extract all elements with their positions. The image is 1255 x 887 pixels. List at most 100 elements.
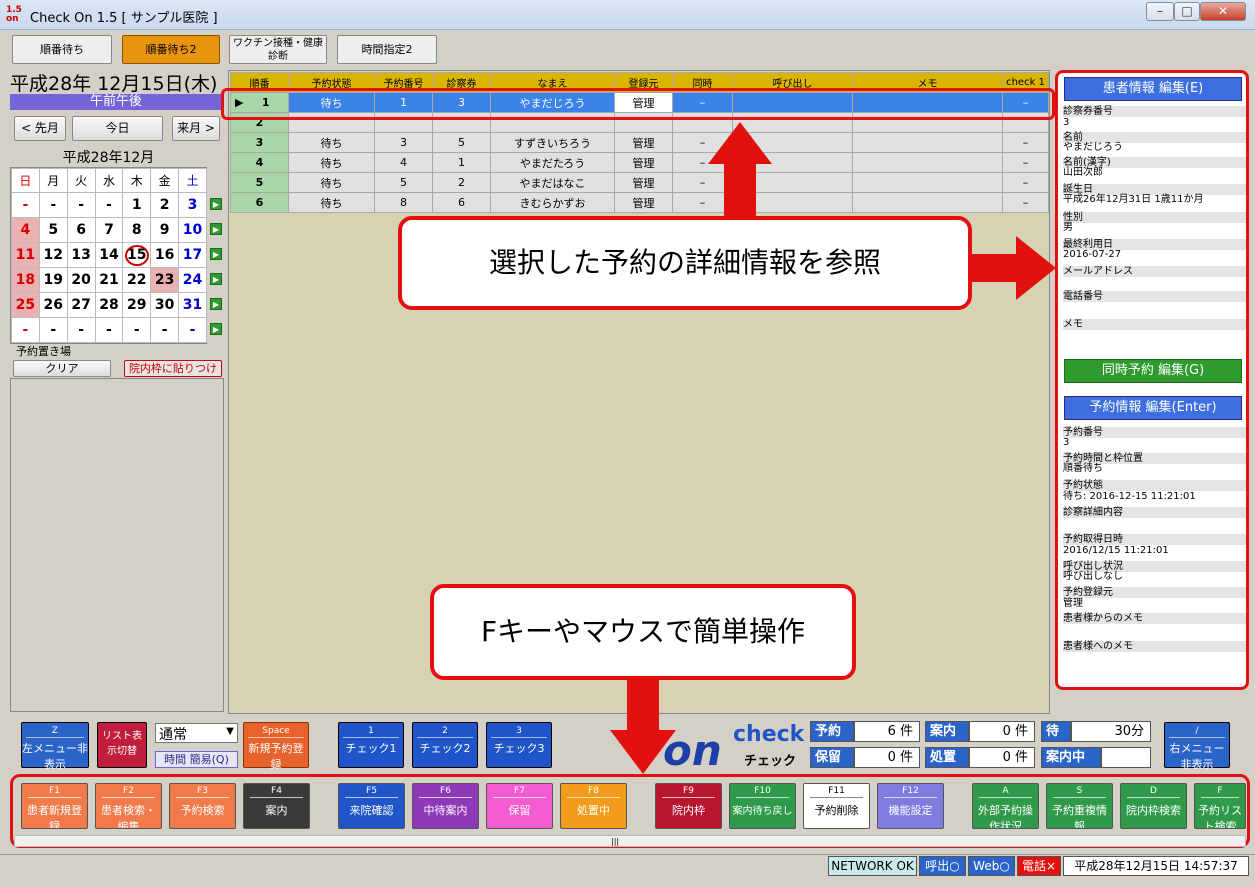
- cal-day[interactable]: 2: [150, 192, 180, 218]
- mode-select[interactable]: 通常 ▼: [155, 723, 238, 743]
- cal-day[interactable]: 11: [11, 242, 40, 268]
- cal-day[interactable]: -: [94, 192, 124, 218]
- f11-button[interactable]: F11 予約削除: [803, 783, 870, 829]
- cal-day[interactable]: -: [66, 192, 96, 218]
- cal-day[interactable]: -: [11, 317, 40, 343]
- tab-vaccine[interactable]: ワクチン接種・健康診断: [229, 35, 327, 64]
- row-cell[interactable]: –: [1002, 152, 1049, 173]
- cal-day-today[interactable]: 15: [122, 242, 152, 268]
- row-cell[interactable]: 管理: [614, 172, 673, 193]
- cal-day[interactable]: -: [11, 192, 40, 218]
- same-time-edit-button[interactable]: 同時予約 編集(G): [1064, 359, 1242, 383]
- stash-list[interactable]: [10, 378, 224, 712]
- cal-day[interactable]: 4: [11, 217, 40, 243]
- cal-day[interactable]: 6: [66, 217, 96, 243]
- cal-day[interactable]: 22: [122, 267, 152, 293]
- row-order[interactable]: 6: [230, 192, 289, 213]
- row-cell[interactable]: –: [1002, 192, 1049, 213]
- row-cell[interactable]: [852, 172, 1003, 193]
- right-menu-toggle-button[interactable]: / 右メニュー非表示: [1164, 722, 1230, 771]
- cal-day[interactable]: -: [94, 317, 124, 343]
- cal-day[interactable]: 12: [38, 242, 68, 268]
- f4-button[interactable]: F4 案内: [243, 783, 310, 829]
- row-cell[interactable]: 5: [374, 172, 433, 193]
- cal-day[interactable]: 25: [11, 292, 40, 318]
- f1-button[interactable]: F1 患者新規登録: [21, 783, 88, 829]
- check2-button[interactable]: 2 チェック2: [412, 722, 478, 768]
- row-order[interactable]: 4: [230, 152, 289, 173]
- row-cell[interactable]: すずきいちろう: [490, 132, 615, 153]
- maximize-button[interactable]: □: [1174, 2, 1200, 21]
- cal-day[interactable]: 3: [178, 192, 207, 218]
- f3-button[interactable]: F3 予約検索: [169, 783, 236, 829]
- cal-day[interactable]: 19: [38, 267, 68, 293]
- row-cell[interactable]: 管理: [614, 192, 673, 213]
- s-key-button[interactable]: S 予約重複情報: [1046, 783, 1113, 829]
- cal-day[interactable]: 8: [122, 217, 152, 243]
- cal-day[interactable]: 21: [94, 267, 124, 293]
- row-cell[interactable]: 待ち: [288, 152, 375, 173]
- paste-button[interactable]: 院内枠に貼りつけ: [124, 360, 222, 377]
- table-row[interactable]: 4 待ち 4 1 やまだたろう 管理 – –: [230, 152, 1049, 173]
- row-cell[interactable]: 8: [374, 192, 433, 213]
- week-arrow-icon[interactable]: ▶: [210, 223, 222, 235]
- cal-day[interactable]: 28: [94, 292, 124, 318]
- f12-button[interactable]: F12 機能設定: [877, 783, 944, 829]
- row-cell[interactable]: 待ち: [288, 132, 375, 153]
- cal-day[interactable]: 20: [66, 267, 96, 293]
- week-arrow-icon[interactable]: ▶: [210, 198, 222, 210]
- row-cell[interactable]: 管理: [614, 132, 673, 153]
- check3-button[interactable]: 3 チェック3: [486, 722, 552, 768]
- row-cell[interactable]: 6: [432, 192, 491, 213]
- cal-day[interactable]: -: [122, 317, 152, 343]
- a-key-button[interactable]: A 外部予約操作状況: [972, 783, 1039, 829]
- cal-day[interactable]: 30: [150, 292, 180, 318]
- cal-day[interactable]: 7: [94, 217, 124, 243]
- row-cell[interactable]: –: [1002, 172, 1049, 193]
- cal-day[interactable]: 10: [178, 217, 207, 243]
- row-cell[interactable]: 3: [374, 132, 433, 153]
- table-row[interactable]: 6 待ち 8 6 きむらかずお 管理 – –: [230, 192, 1049, 213]
- cal-day[interactable]: 26: [38, 292, 68, 318]
- week-arrow-icon[interactable]: ▶: [210, 248, 222, 260]
- row-cell[interactable]: やまだたろう: [490, 152, 615, 173]
- f9-button[interactable]: F9 院内枠: [655, 783, 722, 829]
- row-cell[interactable]: きむらかずお: [490, 192, 615, 213]
- week-arrow-icon[interactable]: ▶: [210, 273, 222, 285]
- week-arrow-icon[interactable]: ▶: [210, 298, 222, 310]
- row-cell[interactable]: [852, 132, 1003, 153]
- week-arrow-icon[interactable]: ▶: [210, 323, 222, 335]
- cal-day[interactable]: 1: [122, 192, 152, 218]
- cal-day[interactable]: -: [178, 317, 207, 343]
- close-button[interactable]: ✕: [1200, 2, 1246, 21]
- list-toggle-button[interactable]: リスト表示切替: [97, 722, 147, 768]
- row-cell[interactable]: 5: [432, 132, 491, 153]
- row-cell[interactable]: [852, 192, 1003, 213]
- cal-day[interactable]: 24: [178, 267, 207, 293]
- cal-day[interactable]: 9: [150, 217, 180, 243]
- row-order[interactable]: 3: [230, 132, 289, 153]
- check1-button[interactable]: 1 チェック1: [338, 722, 404, 768]
- cal-day[interactable]: -: [66, 317, 96, 343]
- cal-day[interactable]: 23: [150, 267, 180, 293]
- tab-time-slot-2[interactable]: 時間指定2: [337, 35, 437, 64]
- reservation-edit-button[interactable]: 予約情報 編集(Enter): [1064, 396, 1242, 420]
- f10-button[interactable]: F10 案内待ち戻し: [729, 783, 796, 829]
- cal-day[interactable]: 27: [66, 292, 96, 318]
- f7-button[interactable]: F7 保留: [486, 783, 553, 829]
- clear-button[interactable]: クリア: [13, 360, 111, 377]
- next-month-button[interactable]: 来月 >: [172, 116, 220, 141]
- patient-edit-button[interactable]: 患者情報 編集(E): [1064, 77, 1242, 101]
- cal-day[interactable]: -: [38, 192, 68, 218]
- cal-day[interactable]: 29: [122, 292, 152, 318]
- cal-day[interactable]: 18: [11, 267, 40, 293]
- f-key-button[interactable]: F 予約リスト検索: [1194, 783, 1246, 829]
- time-simple-button[interactable]: 時間 簡易(Q): [155, 751, 238, 768]
- prev-month-button[interactable]: < 先月: [14, 116, 66, 141]
- d-key-button[interactable]: D 院内枠検索: [1120, 783, 1187, 829]
- f6-button[interactable]: F6 中待案内: [412, 783, 479, 829]
- f2-button[interactable]: F2 患者検索・編集: [95, 783, 162, 829]
- row-cell[interactable]: –: [1002, 132, 1049, 153]
- row-cell[interactable]: 待ち: [288, 192, 375, 213]
- cal-day[interactable]: 31: [178, 292, 207, 318]
